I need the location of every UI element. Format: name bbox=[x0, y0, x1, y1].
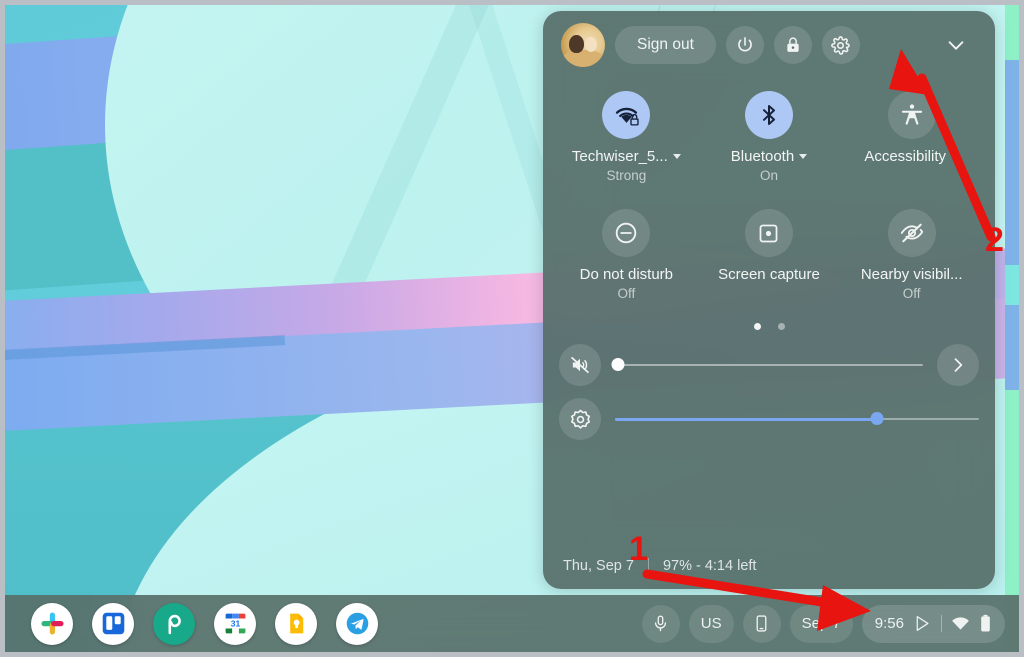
tile-bluetooth[interactable]: Bluetooth On bbox=[698, 91, 841, 183]
chevron-down-icon bbox=[945, 34, 967, 56]
tile-nearby-label: Nearby visibil... bbox=[860, 266, 963, 283]
google-calendar-app-icon[interactable]: 31 bbox=[214, 602, 256, 645]
tile-bluetooth-label: Bluetooth bbox=[730, 148, 795, 165]
nearby-visibility-icon bbox=[887, 209, 936, 257]
calendar-date-label: Sep 7 bbox=[801, 615, 841, 632]
tile-dnd-label: Do not disturb bbox=[579, 266, 674, 283]
avatar[interactable] bbox=[561, 23, 605, 67]
svg-text:31: 31 bbox=[230, 618, 240, 628]
phone-hub-button[interactable] bbox=[742, 604, 781, 643]
screen-capture-icon bbox=[744, 209, 793, 257]
footer-date[interactable]: Thu, Sep 7 bbox=[563, 558, 634, 574]
brightness-button[interactable] bbox=[559, 398, 601, 440]
phone-icon bbox=[752, 614, 771, 633]
tile-accessibility[interactable]: Accessibility bbox=[840, 91, 983, 183]
volume-slider-row bbox=[543, 338, 995, 392]
collapse-button[interactable] bbox=[939, 28, 973, 62]
brightness-icon bbox=[569, 408, 592, 431]
tile-accessibility-label: Accessibility bbox=[864, 148, 946, 165]
quick-settings-footer: Thu, Sep 7 97% - 4:14 left bbox=[543, 543, 995, 589]
wifi-icon bbox=[951, 616, 970, 631]
telegram-app-icon[interactable] bbox=[336, 602, 378, 645]
chevron-down-icon[interactable] bbox=[799, 154, 808, 159]
bluetooth-icon bbox=[744, 91, 793, 139]
volume-muted-icon bbox=[569, 354, 591, 376]
divider bbox=[941, 615, 942, 632]
sign-out-label: Sign out bbox=[637, 36, 694, 53]
chevron-down-icon[interactable] bbox=[951, 154, 959, 159]
footer-battery-status[interactable]: 97% - 4:14 left bbox=[663, 558, 757, 574]
pinwheel-app-icon[interactable] bbox=[153, 602, 195, 645]
gear-icon bbox=[830, 35, 851, 56]
settings-button[interactable] bbox=[821, 26, 860, 64]
tile-bluetooth-status: On bbox=[759, 168, 778, 183]
chevron-right-icon bbox=[948, 355, 968, 375]
tile-dnd-status: Off bbox=[617, 286, 636, 301]
lock-icon bbox=[783, 35, 803, 55]
brightness-slider-row bbox=[543, 392, 995, 446]
tile-do-not-disturb[interactable]: Do not disturb Off bbox=[555, 209, 698, 301]
battery-icon bbox=[979, 614, 992, 633]
clock-label: 9:56 bbox=[874, 615, 904, 632]
ime-label: US bbox=[700, 615, 722, 632]
quick-settings-panel: Sign out Techwiser_5... Strong Bluetooth… bbox=[543, 11, 995, 589]
clock-tray-status[interactable]: 9:56 bbox=[861, 604, 1005, 643]
tile-wifi-status: Strong bbox=[606, 168, 647, 183]
ime-button[interactable]: US bbox=[688, 604, 734, 643]
audio-settings-button[interactable] bbox=[937, 344, 979, 386]
pager-dot-1[interactable] bbox=[753, 323, 761, 330]
tile-pager bbox=[543, 323, 995, 330]
microphone-button[interactable] bbox=[641, 604, 680, 643]
volume-slider[interactable] bbox=[611, 355, 923, 375]
tile-screen-capture-label: Screen capture bbox=[718, 266, 820, 283]
quick-settings-header: Sign out bbox=[543, 11, 995, 79]
brightness-slider[interactable] bbox=[615, 409, 979, 429]
tile-screen-capture[interactable]: Screen capture bbox=[698, 209, 841, 301]
lock-button[interactable] bbox=[773, 26, 812, 64]
slack-app-icon[interactable] bbox=[31, 602, 73, 645]
trello-app-icon[interactable] bbox=[92, 602, 134, 645]
wifi-locked-icon bbox=[602, 91, 651, 139]
chromeos-desktop: Sign out Techwiser_5... Strong Bluetooth… bbox=[5, 5, 1019, 652]
pager-dot-2[interactable] bbox=[777, 323, 785, 330]
tile-wifi-label: Techwiser_5... bbox=[571, 148, 668, 165]
shelf: 31 US Sep 7 9:56 bbox=[5, 595, 1019, 652]
google-keep-app-icon[interactable] bbox=[275, 602, 317, 645]
play-store-icon bbox=[913, 614, 932, 633]
divider bbox=[647, 558, 649, 574]
status-tray: US Sep 7 9:56 bbox=[641, 604, 1019, 643]
accessibility-icon bbox=[887, 91, 936, 139]
chevron-down-icon[interactable] bbox=[672, 154, 681, 159]
power-icon bbox=[735, 35, 755, 55]
microphone-icon bbox=[651, 614, 670, 633]
tile-wifi[interactable]: Techwiser_5... Strong bbox=[555, 91, 698, 183]
do-not-disturb-icon bbox=[602, 209, 651, 257]
volume-mute-button[interactable] bbox=[559, 344, 601, 386]
tile-nearby-status: Off bbox=[902, 286, 921, 301]
sign-out-button[interactable]: Sign out bbox=[615, 26, 716, 64]
quick-settings-tiles: Techwiser_5... Strong Bluetooth On Acces… bbox=[543, 79, 995, 301]
tile-nearby-visibility[interactable]: Nearby visibil... Off bbox=[840, 209, 983, 301]
power-button[interactable] bbox=[725, 26, 764, 64]
shelf-app-list: 31 bbox=[5, 602, 378, 645]
calendar-date-button[interactable]: Sep 7 bbox=[789, 604, 853, 643]
